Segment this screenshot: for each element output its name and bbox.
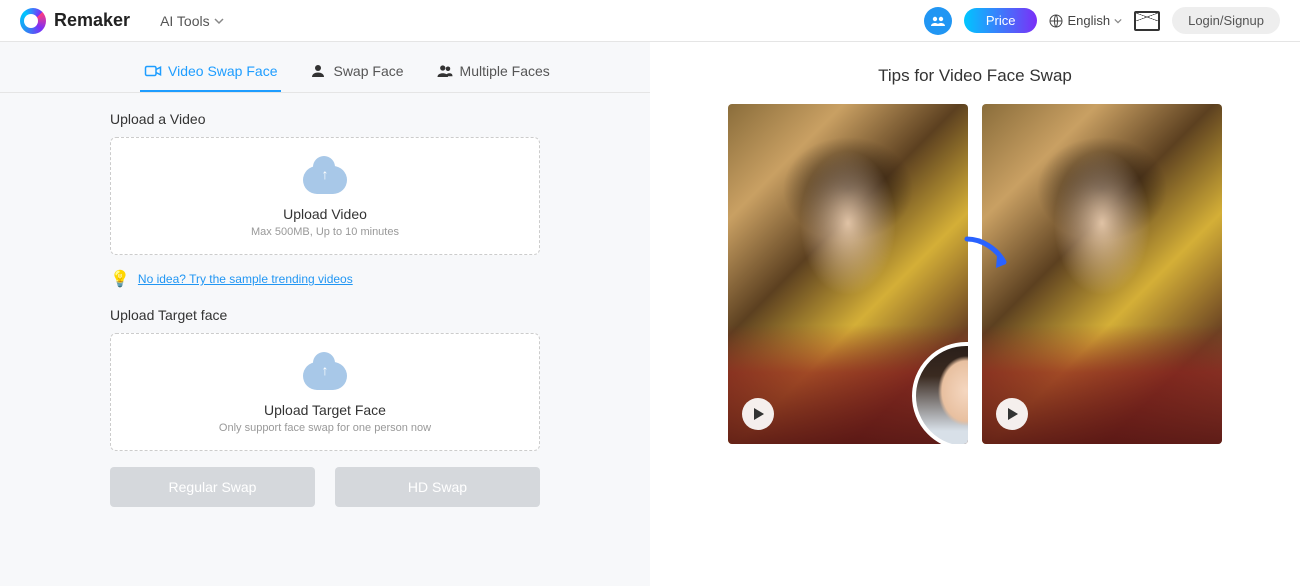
- people-icon: [436, 62, 454, 80]
- logo[interactable]: Remaker: [20, 8, 130, 34]
- upload-video-label: Upload a Video: [110, 111, 540, 127]
- header: Remaker AI Tools Price English Login/Sig…: [0, 0, 1300, 42]
- play-icon[interactable]: [996, 398, 1028, 430]
- sample-videos-link[interactable]: No idea? Try the sample trending videos: [138, 272, 353, 286]
- price-button[interactable]: Price: [964, 8, 1038, 33]
- globe-icon: [1049, 14, 1063, 28]
- upload-video-title: Upload Video: [121, 206, 529, 222]
- upload-face-sub: Only support face swap for one person no…: [121, 422, 529, 434]
- ai-tools-dropdown[interactable]: AI Tools: [160, 13, 224, 29]
- video-icon: [144, 62, 162, 80]
- tab-label: Swap Face: [333, 63, 403, 79]
- mail-icon[interactable]: [1134, 11, 1160, 31]
- regular-swap-button[interactable]: Regular Swap: [110, 467, 315, 507]
- tab-video-swap-face[interactable]: Video Swap Face: [140, 54, 281, 92]
- right-panel: Tips for Video Face Swap: [650, 42, 1300, 586]
- tip-image-before: [728, 104, 968, 444]
- swap-arrow-icon: [962, 234, 1012, 274]
- chevron-down-icon: [214, 16, 224, 26]
- language-label: English: [1067, 13, 1110, 28]
- chevron-down-icon: [1114, 17, 1122, 25]
- left-content: Upload a Video ↑ Upload Video Max 500MB,…: [0, 93, 650, 507]
- person-icon: [309, 62, 327, 80]
- tabs: Video Swap Face Swap Face Multiple Faces: [0, 42, 650, 93]
- lightbulb-icon: 💡: [110, 269, 130, 289]
- hint-row: 💡 No idea? Try the sample trending video…: [110, 269, 540, 289]
- upload-face-dropzone[interactable]: ↑ Upload Target Face Only support face s…: [110, 333, 540, 451]
- upload-video-dropzone[interactable]: ↑ Upload Video Max 500MB, Up to 10 minut…: [110, 137, 540, 255]
- community-icon[interactable]: [924, 7, 952, 35]
- tab-label: Video Swap Face: [168, 63, 277, 79]
- cloud-upload-icon: ↑: [295, 158, 355, 198]
- swap-buttons: Regular Swap HD Swap: [110, 467, 540, 507]
- tab-multiple-faces[interactable]: Multiple Faces: [432, 54, 554, 92]
- brand-name: Remaker: [54, 10, 130, 31]
- tip-image-after: [982, 104, 1222, 444]
- tab-swap-face[interactable]: Swap Face: [305, 54, 407, 92]
- tips-images: [728, 104, 1222, 444]
- logo-icon: [20, 8, 46, 34]
- header-right: Price English Login/Signup: [924, 7, 1280, 35]
- tips-title: Tips for Video Face Swap: [878, 66, 1072, 86]
- upload-face-title: Upload Target Face: [121, 402, 529, 418]
- upload-face-label: Upload Target face: [110, 307, 540, 323]
- ai-tools-label: AI Tools: [160, 13, 210, 29]
- hd-swap-button[interactable]: HD Swap: [335, 467, 540, 507]
- tab-label: Multiple Faces: [460, 63, 550, 79]
- inset-face-avatar: [912, 342, 968, 444]
- upload-video-sub: Max 500MB, Up to 10 minutes: [121, 226, 529, 238]
- left-panel: Video Swap Face Swap Face Multiple Faces…: [0, 42, 650, 586]
- login-signup-button[interactable]: Login/Signup: [1172, 7, 1280, 34]
- cloud-upload-icon: ↑: [295, 354, 355, 394]
- play-icon[interactable]: [742, 398, 774, 430]
- main: Video Swap Face Swap Face Multiple Faces…: [0, 42, 1300, 586]
- language-selector[interactable]: English: [1049, 13, 1122, 28]
